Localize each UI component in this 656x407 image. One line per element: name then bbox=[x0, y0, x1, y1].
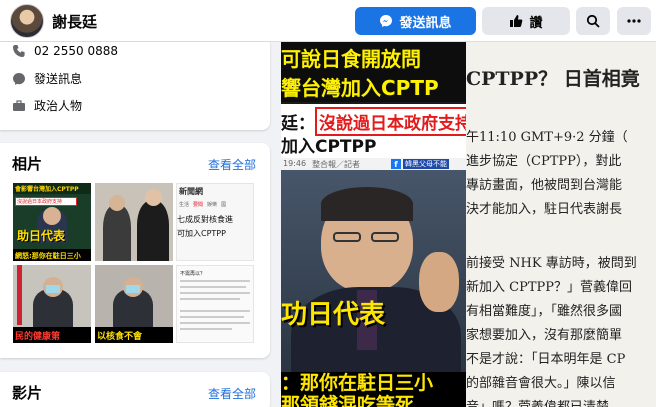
send-message-button[interactable]: 發送訊息 bbox=[355, 7, 476, 35]
clipping-line: 不是才說：「日本明年是 CP bbox=[466, 352, 626, 367]
photo-thumbnail[interactable]: 會影響台灣加入CPTPP 沒說過日本政府支持 助日代表 網怒:那你在駐日三小 bbox=[13, 183, 91, 261]
clipping-line: 午11:10 GMT+9·2 分鐘（ bbox=[466, 130, 628, 145]
photos-title: 相片 bbox=[12, 155, 43, 173]
intro-card: 02 2550 0888 發送訊息 政治人物 bbox=[0, 42, 270, 130]
photos-see-all-link[interactable]: 查看全部 bbox=[208, 156, 256, 173]
doc-line bbox=[180, 310, 250, 312]
clipping-line: 有相當難度」，「雖然很多國 bbox=[466, 304, 623, 319]
person-face bbox=[109, 195, 125, 211]
briefcase-icon bbox=[13, 99, 25, 111]
photos-card: 相片 查看全部 會影響台灣加入CPTPP 沒說過日本政府支持 助日代表 網怒:那… bbox=[0, 143, 270, 358]
person-face bbox=[145, 189, 162, 206]
thumb-quote: 沒說過日本政府支持 bbox=[15, 197, 77, 206]
facebook-icon: f bbox=[391, 159, 401, 169]
more-icon bbox=[627, 19, 641, 23]
clipping-line: 專訪畫面，他被問到台灣能 bbox=[466, 178, 623, 193]
face-mask bbox=[126, 285, 140, 293]
headline-line: 可說日食開放問 bbox=[281, 47, 421, 71]
messenger-icon bbox=[13, 72, 25, 85]
news-tabs: 生活 要聞 娛樂 國 bbox=[179, 201, 226, 208]
page-category: 政治人物 bbox=[34, 99, 83, 113]
byline-reporter: 整合報／記者 bbox=[312, 160, 361, 169]
quote-prefix: 廷： bbox=[281, 114, 315, 134]
thumb-yellow-text: 助日代表 bbox=[17, 229, 66, 243]
doc-line bbox=[180, 298, 240, 300]
messenger-icon bbox=[380, 15, 393, 27]
news-tab: 娛樂 bbox=[207, 202, 218, 208]
photo-thumbnail[interactable] bbox=[95, 183, 173, 261]
news-tab: 要聞 bbox=[193, 202, 204, 208]
eyeglasses-right bbox=[371, 232, 399, 242]
photo-thumbnail[interactable]: 不需再以？ bbox=[176, 265, 254, 343]
person-figure bbox=[137, 201, 169, 261]
message-link: 發送訊息 bbox=[34, 72, 83, 86]
raised-hand bbox=[419, 252, 459, 312]
headline-line: 響台灣加入CPTP bbox=[281, 76, 439, 100]
page-header: 謝長廷 發送訊息 讚 bbox=[0, 0, 656, 42]
photo-thumbnail[interactable]: 以核食不會 bbox=[95, 265, 173, 343]
phone-row[interactable]: 02 2550 0888 bbox=[12, 44, 118, 58]
like-button[interactable]: 讚 bbox=[482, 7, 570, 35]
category-row[interactable]: 政治人物 bbox=[12, 97, 82, 114]
clipping-line: 音」嗎？菅義偉都已清楚 bbox=[466, 396, 609, 407]
news-brand: 新聞網 bbox=[179, 187, 203, 196]
flag-pole bbox=[17, 265, 22, 325]
clipping-line: 決才能加入，駐日代表謝長 bbox=[466, 202, 623, 217]
eyeglasses-left bbox=[333, 232, 361, 242]
byline-time: 19:46 bbox=[283, 159, 307, 168]
thumb-bottom-text: 網怒:那你在駐日三小 bbox=[13, 249, 91, 261]
clipping-line: 新加入 CPTPP？」菅義偉回 bbox=[466, 280, 632, 295]
news-line: 七成反對核食進 bbox=[177, 215, 233, 224]
more-button[interactable] bbox=[617, 7, 651, 35]
search-icon bbox=[586, 14, 600, 28]
doc-line bbox=[180, 322, 250, 324]
like-label: 讚 bbox=[529, 15, 543, 31]
doc-title: 不需再以？ bbox=[180, 271, 206, 277]
source-name: 韓黑父母不能 bbox=[403, 159, 449, 169]
face-mask bbox=[46, 285, 60, 293]
doc-line bbox=[180, 280, 250, 282]
doc-line bbox=[180, 292, 250, 294]
thumb-bottom-text: 民的健康第 bbox=[13, 327, 91, 343]
profile-avatar[interactable] bbox=[10, 4, 44, 38]
videos-card: 影片 查看全部 bbox=[0, 372, 270, 407]
send-message-label: 發送訊息 bbox=[399, 15, 452, 31]
videos-title: 影片 bbox=[12, 384, 43, 402]
person-hair bbox=[321, 187, 413, 221]
caption-bottom: 那領錢混吃等死 bbox=[281, 394, 415, 407]
phone-number: 02 2550 0888 bbox=[34, 44, 118, 58]
person-figure bbox=[103, 205, 131, 261]
thumb-caption: 會影響台灣加入CPTPP bbox=[13, 183, 91, 194]
clipping-line: 進步協定（CPTPP），對此 bbox=[466, 154, 622, 169]
videos-see-all-link[interactable]: 查看全部 bbox=[208, 385, 256, 402]
doc-line bbox=[180, 316, 244, 318]
page-name[interactable]: 謝長廷 bbox=[52, 11, 97, 32]
caption-yellow: 功日代表 bbox=[281, 300, 386, 330]
photo-thumbnail[interactable]: 新聞網 生活 要聞 娛樂 國 七成反對核食進 可加入CPTPP bbox=[176, 183, 254, 261]
byline: 19:46 整合報／記者 bbox=[283, 159, 360, 170]
clipping-line: 前接受 NHK 專訪時，被問到 bbox=[466, 256, 637, 271]
doc-line bbox=[180, 328, 232, 330]
news-tab: 生活 bbox=[179, 202, 190, 208]
phone-icon bbox=[13, 45, 25, 57]
thumb-bottom-text: 以核食不會 bbox=[95, 327, 173, 343]
message-row[interactable]: 發送訊息 bbox=[12, 70, 82, 87]
source-badge: f 韓黑父母不能 bbox=[391, 158, 449, 170]
news-tab: 國 bbox=[221, 202, 227, 208]
news-line: 可加入CPTPP bbox=[177, 229, 226, 238]
featured-photo[interactable]: 可說日食開放問 響台灣加入CPTP 廷： 沒說過日本政府支持 加入CPTPP 1… bbox=[281, 42, 466, 407]
doc-line bbox=[180, 286, 246, 288]
clipping-headline: CPTPP？ 日首相竟 bbox=[466, 68, 640, 90]
clipping-line: 的部雜音會很大。」陳以信 bbox=[466, 376, 616, 391]
news-clipping-photo[interactable]: CPTPP？ 日首相竟 午11:10 GMT+9·2 分鐘（ 進步協定（CPTP… bbox=[466, 42, 656, 407]
person-face bbox=[43, 207, 61, 225]
quote-line: 加入CPTPP bbox=[281, 137, 377, 157]
photo-thumbnail[interactable]: 民的健康第 bbox=[13, 265, 91, 343]
clipping-line: 家想要加入，沒有那麼簡單 bbox=[466, 328, 623, 343]
search-button[interactable] bbox=[576, 7, 610, 35]
thumbs-up-icon bbox=[510, 15, 523, 27]
